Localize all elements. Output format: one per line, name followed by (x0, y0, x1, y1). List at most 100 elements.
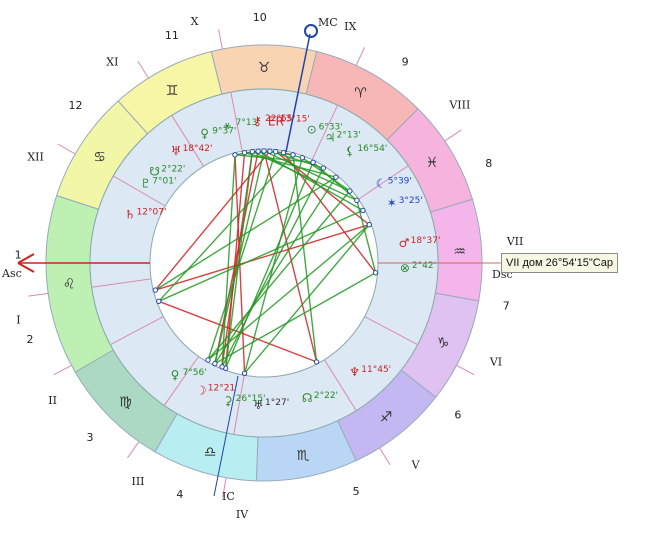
leo-icon: ♌ (63, 276, 76, 292)
house-roman-label: XII (27, 151, 44, 164)
planet-degree-label: 16°54' (357, 144, 387, 154)
planet-icon: ♅ (171, 144, 182, 158)
planet-position-dot (299, 155, 306, 161)
planet-position-dot (280, 150, 287, 156)
planet-position-dot (156, 298, 162, 305)
house-number-label: 12 (69, 99, 83, 112)
mc-label: MC (318, 16, 338, 29)
house-roman-label: VII (506, 235, 524, 248)
house-number-label: 6 (454, 408, 461, 421)
planet-position-dot (273, 148, 279, 155)
planet-degree-label: 18°42' (183, 144, 213, 154)
planet-degree-label: 2°22' (161, 165, 185, 175)
house-roman-label: VI (489, 355, 502, 368)
planet-icon: ⚹ (224, 118, 231, 132)
planet-position-dot (219, 364, 225, 370)
house-roman-label: IV (236, 508, 249, 521)
planet-position-dot (320, 165, 327, 171)
planet-degree-label: 2°22' (314, 391, 338, 401)
house-roman-label: X (191, 15, 199, 28)
planet-degree-label: 18°37' (411, 236, 441, 246)
planet-icon: ♃ (325, 131, 336, 145)
planet-icon: ☋ (149, 165, 160, 179)
planet-icon: ♆ (349, 365, 360, 379)
house-number-label: 4 (176, 488, 183, 501)
planet-position-dot (241, 150, 248, 156)
ic-label: IC (222, 490, 235, 503)
planet-icon: ♂ (399, 236, 410, 250)
planet-icon: ♀ (171, 368, 180, 382)
house-cusp-tick (355, 47, 366, 66)
gemini-icon: ♊ (166, 83, 179, 99)
planet-icon: ⊙ (307, 123, 317, 137)
house-roman-label: II (48, 394, 57, 407)
house-cusp-tick (57, 143, 76, 155)
planet-icon: ✶ (387, 196, 397, 210)
planet-position-dot (249, 148, 255, 155)
house-roman-label: V (411, 458, 421, 471)
house-roman-label: IX (344, 20, 356, 33)
aquarius-icon: ♒ (453, 244, 466, 260)
planet-icon: ♀ (200, 126, 209, 140)
planet-degree-label: 5°39' (388, 177, 412, 187)
house-number-label: 10 (253, 11, 267, 24)
house-number-label: 3 (87, 431, 94, 444)
house-number-label: 8 (485, 157, 492, 170)
house-number-label: 7 (503, 300, 510, 313)
planet-position-dot (255, 148, 261, 154)
virgo-icon: ♍ (119, 395, 132, 411)
planet-degree-label: 2°13' (337, 131, 361, 141)
planet-position-dot (232, 152, 238, 158)
planet-position-dot (366, 221, 372, 228)
planet-degree-label: 3°25' (399, 196, 423, 206)
sagittarius-icon: ♐ (380, 409, 393, 425)
house-number-label: 11 (165, 29, 179, 42)
house-roman-label: I (16, 314, 20, 327)
taurus-icon: ♉ (258, 60, 271, 76)
planet-position-dot (360, 207, 366, 214)
pisces-icon: ♓ (426, 155, 439, 171)
planet-degree-label: 1°27' (265, 398, 289, 408)
planet-position-dot (205, 357, 211, 363)
house-cusp-tick (218, 29, 223, 50)
scorpio-icon: ♏ (297, 448, 310, 464)
planet-degree-label: 12°07' (137, 207, 167, 217)
planet-icon: ⚷ (253, 114, 262, 128)
planet-degree-label: 26°15' (236, 394, 266, 404)
planet-position-dot (290, 152, 296, 158)
planet-degree-label: 7°56' (183, 368, 207, 378)
house-cusp-tick (444, 129, 462, 142)
asc-label: Asc (1, 267, 22, 280)
house-cusp-tick (53, 364, 72, 376)
planet-icon: ☾ (376, 177, 387, 191)
house-number-label: 2 (27, 333, 34, 346)
planet-position-dot (310, 159, 316, 166)
house-cusp-tick (28, 292, 49, 297)
planet-icon: ♄ (125, 207, 136, 221)
libra-icon: ♎ (204, 444, 217, 460)
house-cusp-tick (127, 441, 140, 459)
planet-position-dot (152, 287, 159, 293)
house-roman-label: VIII (448, 98, 470, 111)
planet-position-dot (261, 148, 267, 154)
planet-icon: ☽ (196, 384, 207, 398)
planet-degree-label: 13°15' (280, 114, 310, 124)
planet-position-dot (241, 370, 248, 376)
planet-icon: ⚳ (224, 394, 233, 408)
planet-position-dot (333, 174, 339, 180)
cancer-icon: ♋ (93, 149, 106, 165)
planet-icon: ⚸ (345, 144, 354, 158)
planet-position-dot (347, 188, 353, 194)
house-cusp-tick (456, 364, 475, 376)
mc-marker-icon (304, 24, 318, 38)
planet-degree-label: 2°42' (412, 261, 436, 271)
planet-position-dot (313, 359, 320, 365)
planet-position-dot (354, 197, 360, 204)
planet-degree-label: 12°21' (208, 384, 238, 394)
capricorn-icon: ♑ (437, 336, 450, 352)
planet-degree-label: 11°45' (361, 365, 391, 375)
planet-position-dot (267, 148, 273, 154)
house-cusp-tick (379, 447, 391, 466)
house-number-label: 5 (353, 485, 360, 498)
aspect-circle (149, 148, 379, 378)
